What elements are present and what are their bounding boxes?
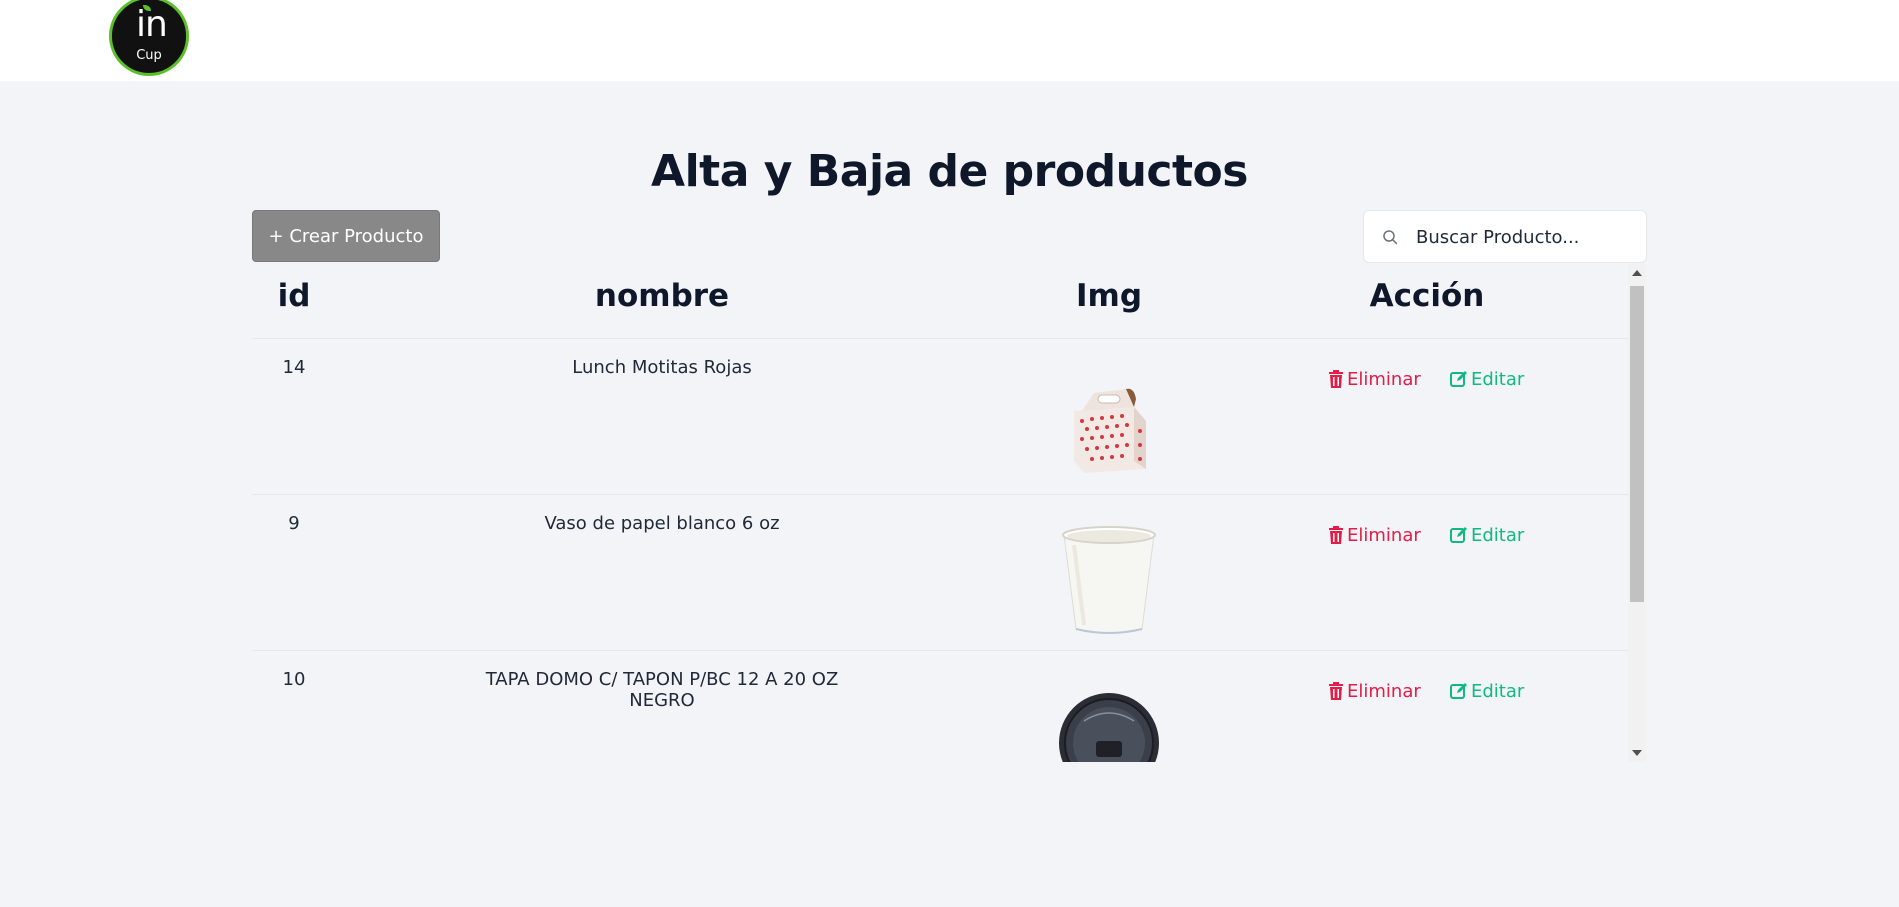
edit-label: Editar	[1471, 681, 1525, 702]
edit-icon	[1450, 527, 1467, 543]
product-image-lunch-box	[1074, 388, 1146, 473]
delete-label: Eliminar	[1347, 525, 1421, 546]
edit-icon	[1450, 683, 1467, 699]
search-input[interactable]	[1414, 211, 1644, 264]
search-box[interactable]	[1363, 210, 1647, 264]
scroll-up-arrow-icon[interactable]	[1632, 270, 1642, 276]
search-icon	[1383, 230, 1398, 245]
logo-text: Cup	[136, 48, 162, 63]
cell-nombre: Vaso de papel blanco 6 oz	[544, 513, 780, 534]
edit-button[interactable]: Editar	[1450, 369, 1524, 390]
edit-label: Editar	[1471, 369, 1525, 390]
column-header-id: id	[277, 278, 311, 314]
trash-icon	[1329, 682, 1343, 700]
scroll-down-arrow-icon[interactable]	[1632, 750, 1642, 756]
products-table: id nombre Img Acción 14 Lunch Motitas Ro…	[252, 264, 1628, 762]
scroll-thumb[interactable]	[1630, 286, 1644, 602]
product-image-paper-cup	[1062, 526, 1156, 634]
delete-button[interactable]: Eliminar	[1328, 369, 1421, 390]
edit-label: Editar	[1471, 525, 1525, 546]
logo-mark: in	[136, 4, 168, 45]
column-header-nombre: nombre	[594, 278, 730, 314]
cell-nombre: Lunch Motitas Rojas	[572, 357, 752, 378]
delete-button[interactable]: Eliminar	[1328, 681, 1421, 702]
delete-button[interactable]: Eliminar	[1328, 525, 1421, 546]
cell-id: 10	[282, 669, 306, 690]
edit-button[interactable]: Editar	[1450, 525, 1524, 546]
edit-button[interactable]: Editar	[1450, 681, 1524, 702]
column-header-img: Img	[1075, 278, 1143, 314]
delete-label: Eliminar	[1347, 369, 1421, 390]
incup-logo[interactable]: in Cup	[109, 0, 189, 76]
cell-nombre: TAPA DOMO C/ TAPON P/BC 12 A 20 OZ NEGRO	[485, 669, 839, 711]
cell-id: 14	[282, 357, 306, 378]
delete-label: Eliminar	[1347, 681, 1421, 702]
top-navbar: in Cup	[0, 0, 1899, 81]
edit-icon	[1450, 371, 1467, 387]
trash-icon	[1329, 370, 1343, 388]
create-product-button[interactable]: + Crear Producto	[252, 210, 440, 262]
product-image-dome-lid	[1059, 693, 1159, 762]
table-row: 9 Vaso de papel blanco 6 oz Eliminar Edi…	[252, 495, 1628, 651]
table-row: 14 Lunch Motitas Rojas Eliminar Editar	[252, 339, 1628, 495]
table-row: 10 TAPA DOMO C/ TAPON P/BC 12 A 20 OZ NE…	[252, 651, 1628, 762]
table-scrollbar[interactable]	[1628, 264, 1646, 762]
page-title: Alta y Baja de productos	[651, 146, 1248, 197]
trash-icon	[1329, 526, 1343, 544]
column-header-accion: Acción	[1369, 278, 1485, 314]
cell-id: 9	[288, 513, 300, 534]
